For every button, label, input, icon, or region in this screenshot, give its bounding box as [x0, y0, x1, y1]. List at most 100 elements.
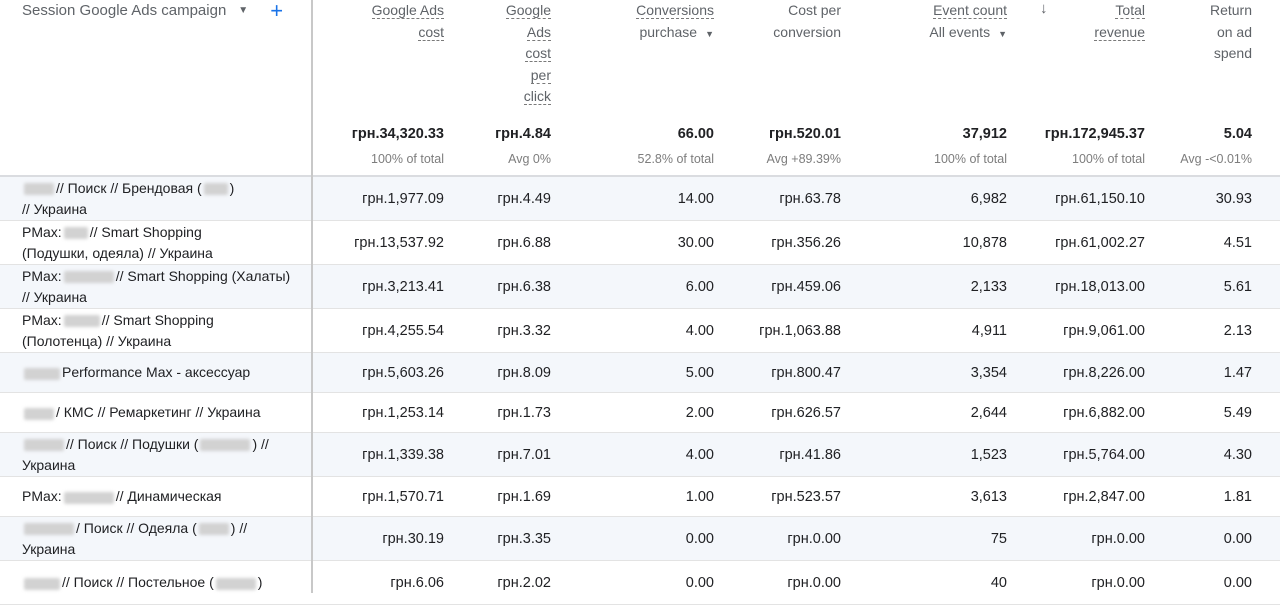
redacted-text: [203, 182, 228, 195]
metric-cell: 4.30: [1223, 447, 1252, 463]
table-row[interactable]: // Поиск // Подушки () //Украина грн.1,33…: [0, 433, 1280, 477]
metric-cell: 40: [990, 575, 1007, 591]
column-divider: [311, 0, 313, 593]
metric-cell: 1,523: [970, 447, 1007, 463]
campaign-name-segment: // Поиск // Брендовая (: [56, 179, 202, 196]
metric-cell: грн.459.06: [771, 279, 841, 295]
redacted-text: [24, 577, 60, 590]
dimension-label: Session Google Ads campaign: [22, 2, 227, 19]
column-header-label: spend: [1213, 45, 1252, 61]
column-header[interactable]: Event count All events ▼: [887, 0, 1007, 45]
metric-cell: грн.626.57: [771, 405, 841, 421]
campaign-name-segment: // Smart Shopping (Халаты): [115, 267, 291, 284]
metric-cell: грн.0.00: [787, 531, 841, 547]
metric-cell: грн.8.09: [497, 365, 551, 381]
column-header-label: on ad: [1216, 23, 1252, 40]
campaign-name[interactable]: // Поиск // Брендовая () // Украина: [22, 177, 302, 221]
metric-selector-label: purchase: [639, 23, 698, 40]
table-row[interactable]: Performance Max - аксессуар грн.5,603.26 г…: [0, 353, 1280, 393]
column-header-label: Event count: [933, 2, 1007, 19]
campaign-name-segment: // Динамическая: [115, 488, 222, 505]
campaign-name[interactable]: / КМС // Ремаркетинг // Украина: [22, 393, 302, 433]
column-header[interactable]: Total revenue: [1015, 0, 1145, 43]
campaign-name-segment: Украина: [22, 541, 76, 557]
campaign-name[interactable]: PMax: // Smart Shopping (Подушки, одеяла) …: [22, 221, 302, 265]
column-total: грн.4.84: [495, 126, 551, 142]
column-total-subtext: Avg -<0.01%: [1180, 152, 1252, 166]
campaign-name[interactable]: PMax: // Smart Shopping (Полотенца) // Укр…: [22, 309, 302, 353]
table-row[interactable]: // Поиск // Брендовая ()// Украина грн.1,…: [0, 177, 1280, 221]
column-header-label: revenue: [1094, 23, 1145, 41]
column-header-label: cost: [418, 23, 444, 41]
metric-cell: 30.93: [1215, 191, 1252, 207]
campaign-name-segment: PMax:: [22, 223, 62, 240]
metric-selector[interactable]: All events ▼: [887, 22, 1007, 46]
column-header-label: click: [523, 88, 551, 105]
metric-cell: 6,982: [970, 191, 1007, 207]
campaign-name-segment: PMax:: [22, 488, 62, 505]
column-header-label: Ads: [526, 23, 551, 41]
campaign-name[interactable]: // Поиск // Подушки () // Украина: [22, 433, 302, 477]
column-header-label: conversion: [773, 23, 841, 40]
campaign-name[interactable]: PMax: // Smart Shopping (Халаты) // Украин…: [22, 265, 302, 309]
table-row[interactable]: PMax: // Smart Shopping (Подушки, одеяла) …: [0, 221, 1280, 265]
redacted-text: [24, 522, 74, 535]
dimension-dropdown-icon[interactable]: ▼: [238, 5, 248, 16]
campaign-name-segment: / Поиск // Одеяла (: [76, 519, 197, 536]
campaign-name-segment: Performance Max - аксессуар: [62, 364, 251, 381]
campaign-name[interactable]: / Поиск // Одеяла ( ) // Украина: [22, 517, 302, 561]
metric-cell: грн.6.38: [497, 279, 551, 295]
campaign-name[interactable]: PMax: // Динамическая: [22, 477, 302, 517]
column-header[interactable]: Conversions purchase ▼: [594, 0, 714, 45]
table-row[interactable]: PMax: // Smart Shopping (Полотенца) // Укр…: [0, 309, 1280, 353]
metric-cell: 10,878: [962, 235, 1007, 251]
redacted-text: [63, 491, 114, 504]
table-row[interactable]: // Поиск // Постельное () грн.6.06 грн.2.0…: [0, 561, 1280, 605]
metric-cell: 5.49: [1223, 405, 1252, 421]
column-header-label: Total: [1115, 2, 1145, 19]
metric-cell: 0.00: [1223, 531, 1252, 547]
metric-cell: 2,133: [970, 279, 1007, 295]
metric-cell: 2.13: [1223, 323, 1252, 339]
metric-cell: 3,354: [970, 365, 1007, 381]
table-row[interactable]: / КМС // Ремаркетинг // Украина грн.1,253…: [0, 393, 1280, 433]
column-total: 5.04: [1223, 126, 1252, 142]
metric-cell: 1.47: [1223, 365, 1252, 381]
campaign-name[interactable]: // Поиск // Постельное (): [22, 561, 302, 605]
chevron-down-icon[interactable]: ▼: [998, 29, 1007, 39]
table-row[interactable]: PMax: // Smart Shopping (Халаты) // Украин…: [0, 265, 1280, 309]
campaign-name-segment: (Подушки, одеяла) // Украина: [22, 245, 213, 261]
campaign-name-segment: // Украина: [22, 289, 87, 305]
metric-cell: 1.81: [1223, 489, 1252, 505]
add-dimension-icon[interactable]: +: [270, 0, 283, 21]
dimension-header[interactable]: Session Google Ads campaign ▼ +: [22, 0, 283, 21]
column-total-subtext: Avg +89.39%: [766, 152, 841, 166]
campaign-name-segment: ): [257, 574, 263, 591]
metric-cell: грн.3.32: [497, 323, 551, 339]
metric-cell: 4,911: [971, 323, 1007, 339]
campaign-name[interactable]: Performance Max - аксессуар: [22, 353, 302, 393]
redacted-text: [63, 314, 100, 327]
table-row[interactable]: / Поиск // Одеяла () //Украина грн.30.19 г…: [0, 517, 1280, 561]
column-header[interactable]: Cost per conversion: [721, 0, 841, 43]
metric-cell: грн.1,063.88: [759, 323, 841, 339]
column-header-label: Google Ads: [371, 2, 444, 19]
campaign-name-segment: Украина: [22, 457, 76, 473]
metric-cell: 75: [990, 531, 1007, 547]
metric-selector[interactable]: purchase ▼: [594, 22, 714, 46]
column-header-label: Return: [1209, 2, 1252, 18]
campaign-name-segment: ) //: [230, 519, 248, 536]
campaign-name-segment: PMax:: [22, 311, 62, 328]
metric-cell: 3,613: [970, 489, 1007, 505]
campaign-name-segment: // Поиск // Постельное (: [62, 574, 214, 591]
table-row[interactable]: PMax:// Динамическая грн.1,570.71 грн.1.69…: [0, 477, 1280, 517]
metric-cell: грн.3.35: [497, 531, 551, 547]
metric-cell: грн.6.88: [497, 235, 551, 251]
column-header[interactable]: Google Ads cost per click: [471, 0, 551, 108]
column-header[interactable]: Google Ads cost: [324, 0, 444, 43]
chevron-down-icon[interactable]: ▼: [705, 29, 714, 39]
metric-cell: 2,644: [970, 405, 1007, 421]
metric-cell: грн.2.02: [497, 575, 551, 591]
redacted-text: [24, 182, 54, 195]
column-header[interactable]: Return on ad spend: [1182, 0, 1252, 65]
